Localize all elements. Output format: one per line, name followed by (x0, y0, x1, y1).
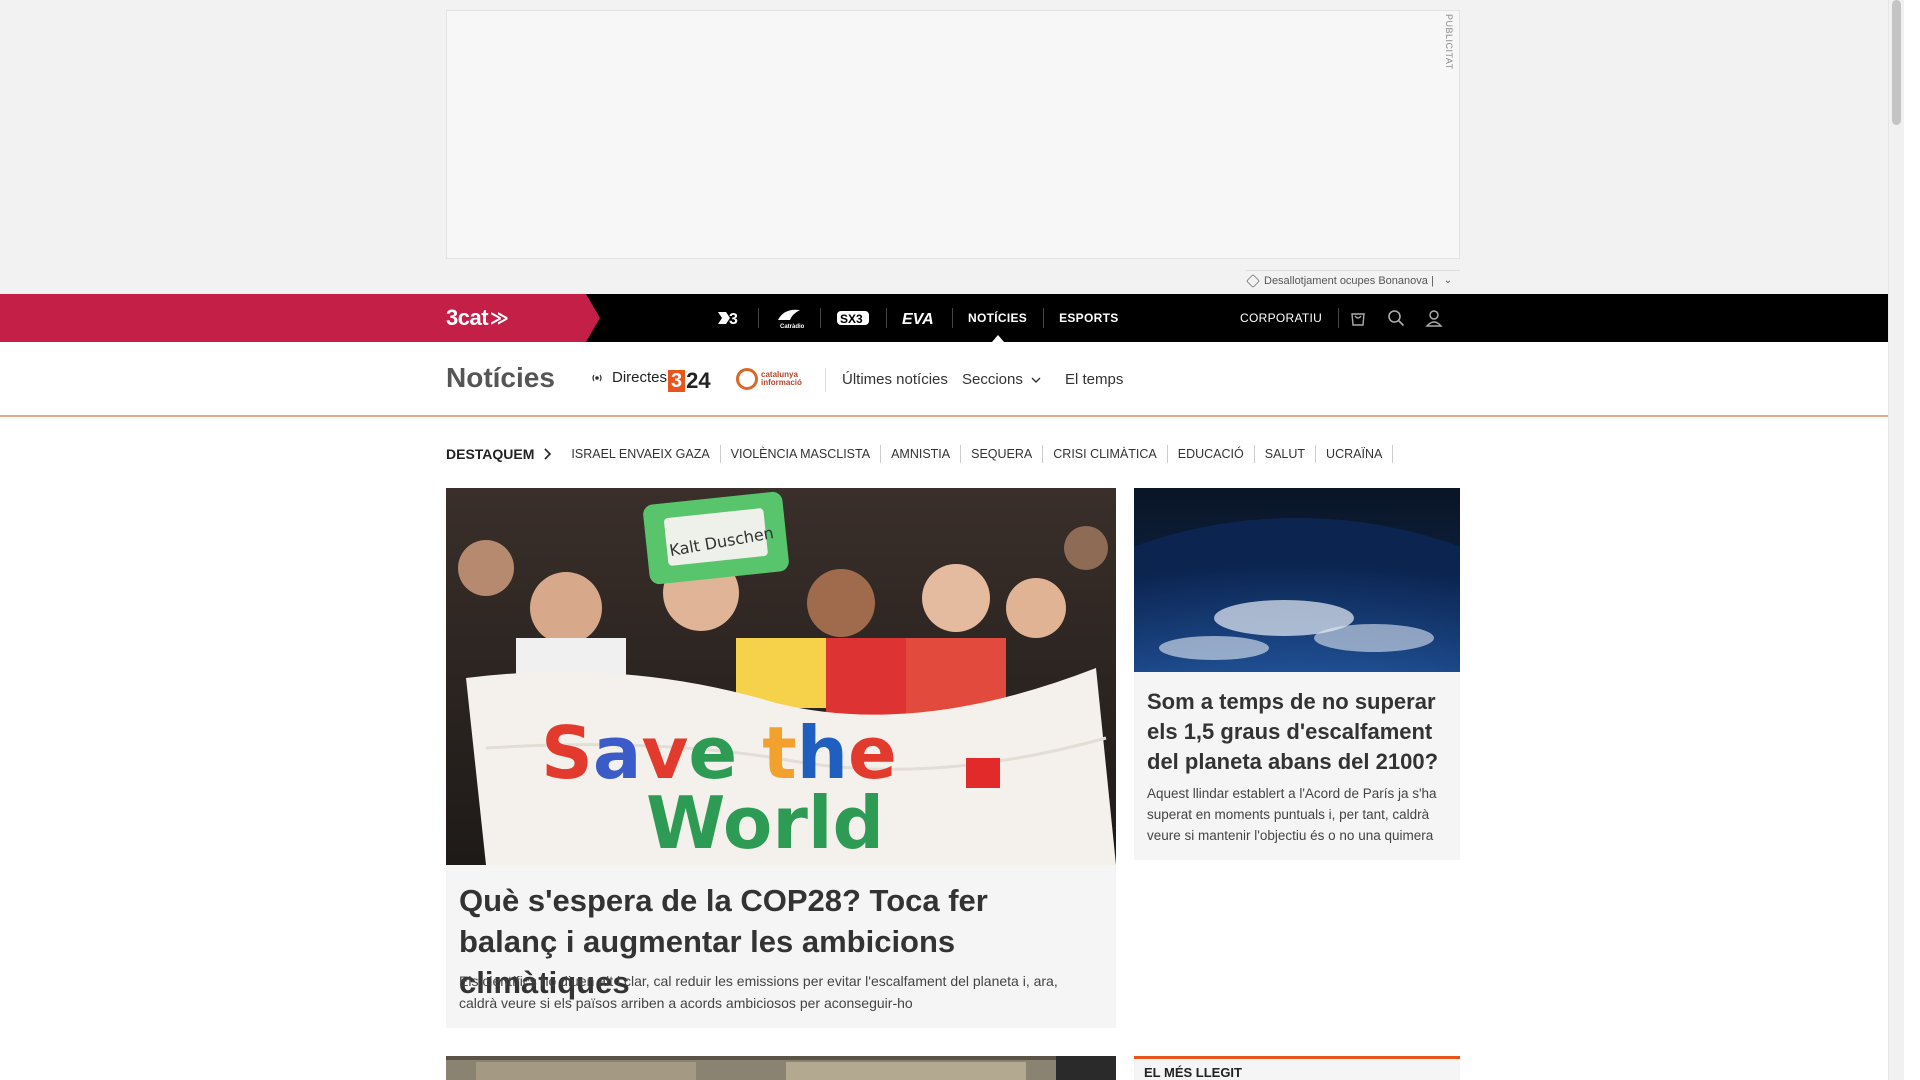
scrollbar[interactable] (1888, 0, 1904, 1080)
catalunya-informacio-icon (736, 368, 758, 390)
ad-band: PUBLICITAT Desallotjament ocupes Bonanov… (0, 0, 1904, 294)
tag-icon (1245, 273, 1261, 288)
user-icon (1425, 310, 1443, 327)
channel-sx3[interactable]: SX3 (820, 294, 886, 342)
eva-logo-icon: EVA (902, 311, 934, 327)
side-article-image[interactable] (1134, 488, 1460, 672)
search-button[interactable] (1377, 294, 1415, 342)
chevron-down-icon[interactable]: ⌄ (1444, 275, 1452, 286)
channel-eva[interactable]: EVA (886, 294, 952, 342)
shopping-bag-icon (1351, 313, 1365, 326)
next-article-image[interactable] (446, 1056, 1116, 1080)
top-navigation-bar: 3cat ≫ 3 Catràdio SX3 EVA NOTÍCIES ESPOR… (0, 294, 1904, 342)
svg-text:3: 3 (729, 311, 738, 328)
shop-button[interactable] (1339, 294, 1377, 342)
section-navigation: Notícies Directes 3 24 catalunya informa… (0, 342, 1904, 417)
channel-noticies[interactable]: NOTÍCIES (952, 294, 1043, 342)
logo-324-rest: 24 (686, 368, 711, 393)
destaquem-label[interactable]: DESTAQUEM (446, 446, 552, 462)
catradio-logo-icon: Catràdio (778, 309, 804, 330)
channel-tv3[interactable]: 3 (700, 294, 758, 342)
tv3-logo-icon: 3 (718, 311, 738, 328)
side-article-summary: Aquest llindar establert a l'Acord de Pa… (1147, 786, 1437, 843)
topic-link[interactable]: SALUT (1255, 445, 1317, 463)
chevron-right-icon (544, 448, 552, 460)
chevron-down-icon (1031, 377, 1041, 383)
catalunya-informacio-text: catalunya informació (761, 371, 802, 387)
ad-label: PUBLICITAT (1444, 14, 1454, 70)
brand-block (0, 294, 600, 342)
svg-text:EVA: EVA (902, 311, 934, 327)
channel-noticies-label: NOTÍCIES (968, 311, 1028, 325)
directes-label: Directes (612, 369, 668, 386)
topic-link[interactable]: AMNISTIA (881, 445, 962, 463)
user-button[interactable] (1415, 294, 1453, 342)
scrollbar-thumb[interactable] (1892, 0, 1901, 125)
ad-sponsor-text: Desallotjament ocupes Bonanova | (1264, 274, 1434, 287)
side-article-title[interactable]: Som a temps de no superar els 1,5 graus … (1147, 687, 1452, 777)
svg-text:SX3: SX3 (840, 312, 863, 326)
seccions-label: Seccions (962, 371, 1023, 388)
sx3-logo-icon: SX3 (837, 311, 869, 326)
divider (825, 368, 826, 392)
ultimes-noticies-link[interactable]: Últimes notícies (842, 371, 948, 388)
logo-catalunya-informacio[interactable]: catalunya informació (736, 368, 802, 390)
channel-esports[interactable]: ESPORTS (1043, 294, 1134, 342)
logo-324[interactable]: 3 24 (668, 368, 711, 394)
svg-text:Catràdio: Catràdio (780, 324, 804, 330)
el-temps-link[interactable]: El temps (1065, 371, 1123, 388)
logo-324-three: 3 (668, 370, 686, 392)
next-article-photo (446, 1056, 1116, 1080)
right-tools: CORPORATIU (1240, 294, 1453, 342)
directes-link[interactable]: Directes (590, 369, 667, 386)
earth-from-space-photo (1134, 488, 1460, 672)
mes-llegit-header: EL MÉS LLEGIT (1134, 1056, 1460, 1080)
corporatiu-link[interactable]: CORPORATIU (1240, 308, 1340, 328)
ad-slot[interactable] (446, 10, 1460, 259)
channel-catradio[interactable]: Catràdio (758, 294, 820, 342)
topic-link[interactable]: ISRAEL ENVAEIX GAZA (561, 445, 721, 463)
climate-protest-photo: Kalt Duschen Save the World (446, 488, 1116, 865)
topic-link[interactable]: EDUCACIÓ (1168, 445, 1255, 463)
channel-list: 3 Catràdio SX3 EVA NOTÍCIES ESPORTS (700, 294, 1135, 342)
ci-line2: informació (761, 378, 802, 387)
destaquem-bar: DESTAQUEM ISRAEL ENVAEIX GAZA VIOLÈNCIA … (446, 444, 1394, 464)
page: PUBLICITAT Desallotjament ocupes Bonanov… (0, 0, 1904, 1080)
topic-link[interactable]: CRISI CLIMÀTICA (1043, 445, 1168, 463)
topic-link[interactable]: SEQUERA (961, 445, 1044, 463)
main-article-card[interactable]: Kalt Duschen Save the World Què s'espera… (446, 488, 1116, 1028)
search-icon (1388, 310, 1405, 327)
channel-esports-label: ESPORTS (1059, 311, 1119, 325)
topic-link[interactable]: UCRAÏNA (1316, 445, 1394, 463)
side-article-card[interactable]: Som a temps de no superar els 1,5 graus … (1134, 488, 1460, 860)
banner-text-line2: World (646, 781, 884, 865)
section-title[interactable]: Notícies (446, 362, 555, 394)
main-article-image[interactable]: Kalt Duschen Save the World (446, 488, 1116, 865)
topic-link[interactable]: VIOLÈNCIA MASCLISTA (721, 445, 882, 463)
main-article-summary: Els científics ho diuen alt i clar, cal … (459, 973, 1058, 1011)
seccions-dropdown[interactable]: Seccions (962, 371, 1041, 388)
ad-sponsor[interactable]: Desallotjament ocupes Bonanova | ⌄ (1245, 270, 1460, 290)
brand-arrow-icon: ≫ (490, 307, 509, 328)
destaquem-label-text: DESTAQUEM (446, 446, 535, 462)
brand-logo[interactable]: 3cat ≫ (446, 305, 509, 331)
brand-logo-text: 3cat (446, 305, 489, 330)
broadcast-icon (590, 371, 604, 385)
